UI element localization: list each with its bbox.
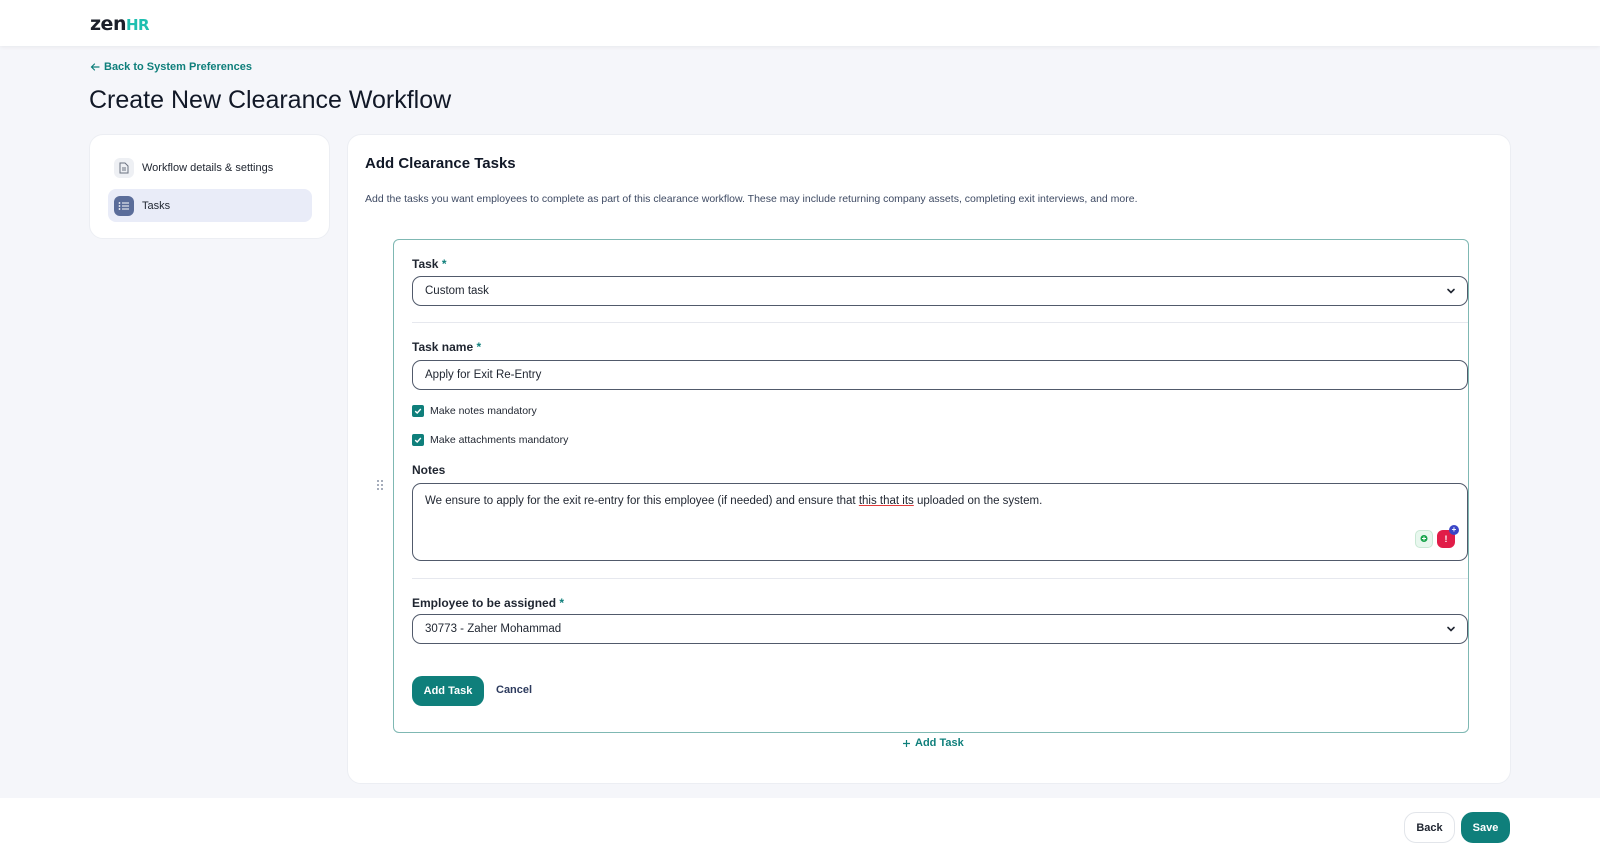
document-icon: [114, 157, 134, 178]
employee-select[interactable]: 30773 - Zaher Mohammad: [412, 614, 1468, 644]
employee-select-value: 30773 - Zaher Mohammad: [425, 623, 562, 635]
add-another-task-link[interactable]: Add Task: [902, 737, 964, 749]
checkbox-label: Make attachments mandatory: [430, 434, 569, 446]
arrow-left-icon: [90, 63, 100, 71]
notes-label: Notes: [412, 463, 446, 477]
drag-handle-icon[interactable]: [376, 479, 384, 494]
divider: [412, 578, 1468, 579]
divider: [412, 322, 1468, 323]
add-task-button[interactable]: Add Task: [412, 676, 484, 706]
logo-accent-text: HR: [125, 16, 150, 34]
notes-text: We ensure to apply for the exit re-entry…: [425, 495, 859, 507]
notes-text-end: uploaded on the system.: [913, 495, 1043, 507]
add-task-link-label: Add Task: [915, 737, 964, 749]
save-button[interactable]: Save: [1461, 812, 1510, 843]
task-name-label: Task name *: [412, 340, 481, 354]
extension-icons: ! +: [1415, 525, 1459, 548]
footer-actions-bar: Back Save: [0, 798, 1600, 858]
make-attachments-mandatory-checkbox[interactable]: Make attachments mandatory: [412, 434, 568, 446]
cancel-button[interactable]: Cancel: [496, 684, 532, 696]
top-bar: zenHR: [0, 0, 1600, 46]
notes-misspelled-text: this that its: [858, 495, 914, 507]
page-title: Create New Clearance Workflow: [89, 86, 452, 114]
sidebar-item-workflow-details[interactable]: Workflow details & settings: [108, 151, 312, 184]
notes-textarea[interactable]: We ensure to apply for the exit re-entry…: [412, 483, 1468, 561]
task-form: Task * Custom task Task name * Apply for…: [393, 239, 1469, 733]
task-label-text: Task: [412, 257, 439, 271]
grammar-extension-icon[interactable]: [1415, 530, 1433, 548]
checkbox-checked-icon: [412, 405, 424, 417]
make-notes-mandatory-checkbox[interactable]: Make notes mandatory: [412, 405, 537, 417]
back-link-label: Back to System Preferences: [104, 61, 252, 73]
back-to-system-preferences-link[interactable]: Back to System Preferences: [90, 61, 252, 73]
logo-main-text: zen: [90, 13, 126, 35]
zenhr-logo[interactable]: zenHR: [90, 13, 150, 35]
task-name-value: Apply for Exit Re-Entry: [425, 369, 542, 381]
workflow-steps-sidebar: Workflow details & settings Tasks: [89, 134, 330, 239]
chevron-down-icon: [1447, 288, 1455, 294]
checkbox-checked-icon: [412, 434, 424, 446]
list-icon: [114, 195, 134, 216]
sidebar-item-label: Workflow details & settings: [142, 161, 274, 174]
employee-label-text: Employee to be assigned: [412, 596, 557, 610]
section-description: Add the tasks you want employees to comp…: [365, 193, 1138, 205]
task-label: Task *: [412, 257, 446, 271]
task-select-value: Custom task: [425, 285, 489, 297]
chevron-down-icon: [1447, 626, 1455, 632]
back-button[interactable]: Back: [1404, 812, 1455, 843]
clearance-tasks-panel: Add Clearance Tasks Add the tasks you wa…: [347, 134, 1511, 784]
sidebar-item-tasks[interactable]: Tasks: [108, 189, 312, 222]
sidebar-item-label: Tasks: [142, 199, 171, 212]
required-mark: *: [559, 596, 565, 610]
section-title: Add Clearance Tasks: [365, 155, 516, 172]
employee-label: Employee to be assigned *: [412, 596, 564, 610]
required-mark: *: [441, 257, 447, 271]
required-mark: *: [476, 340, 482, 354]
badge-plus-icon: +: [1449, 525, 1459, 535]
plus-icon: [903, 739, 910, 747]
task-name-input[interactable]: Apply for Exit Re-Entry: [412, 360, 1468, 390]
writing-assistant-icon[interactable]: ! +: [1437, 525, 1459, 548]
task-select[interactable]: Custom task: [412, 276, 1468, 306]
task-name-label-text: Task name: [412, 340, 474, 354]
checkbox-label: Make notes mandatory: [430, 405, 537, 417]
